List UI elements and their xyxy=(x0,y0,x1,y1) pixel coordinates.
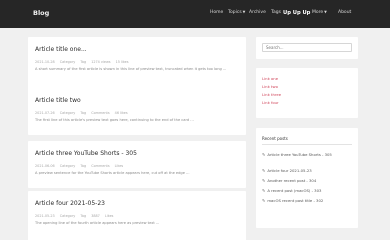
post-tag[interactable]: Tag xyxy=(80,214,86,218)
recent-post-item[interactable]: ✎ Another recent post - 304 xyxy=(262,178,354,184)
nav-item-topics[interactable]: Topics▼ xyxy=(228,10,245,15)
post-excerpt: A short summary of the first article is … xyxy=(35,67,227,71)
nav-item-archive[interactable]: Archive xyxy=(249,10,266,15)
post-likes: 46 likes xyxy=(114,111,128,115)
pencil-icon: ✎ xyxy=(262,198,266,203)
recent-post-item[interactable]: ✎ Article four 2021-05-23 xyxy=(262,168,354,174)
site-brand[interactable]: Blog xyxy=(33,9,49,17)
recent-posts-widget: Recent posts ✎ Article three YouTube Shor… xyxy=(256,128,358,228)
divider xyxy=(262,144,352,145)
post-views: 3887 xyxy=(91,214,100,218)
post-category[interactable]: Category xyxy=(60,214,76,218)
post-card: Article four 2021-05-23 2021-05-23 Categ… xyxy=(28,191,246,240)
post-excerpt: The opening line of the fourth article a… xyxy=(35,221,160,225)
sidebar-link[interactable]: Link four xyxy=(262,100,279,105)
post-date: 2021-05-23 xyxy=(35,214,55,218)
post-meta: 2021-06-06 Category Tag Comments Likes xyxy=(35,164,127,168)
post-date: 2021-06-06 xyxy=(35,164,55,168)
recent-posts-heading: Recent posts xyxy=(262,136,288,141)
post-meta: 2021-10-28 Category Tag 1274 views 15 li… xyxy=(35,60,133,64)
links-widget: Link one Link two Link three Link four xyxy=(256,68,358,118)
post-card: Article title two 2021-07-26 Category Ta… xyxy=(28,88,246,135)
post-date: 2021-07-26 xyxy=(35,111,55,115)
post-tag[interactable]: Tag xyxy=(80,164,86,168)
post-excerpt: A preview sentence for the YouTube Short… xyxy=(35,171,190,175)
pencil-icon: ✎ xyxy=(262,178,266,183)
post-card: Article title one... 2021-10-28 Category… xyxy=(28,37,246,93)
search-widget xyxy=(256,37,358,59)
post-date: 2021-10-28 xyxy=(35,60,55,64)
recent-post-item[interactable]: ✎ A recent post (macOS) - 303 xyxy=(262,188,354,194)
nav-item-tags[interactable]: Tags xyxy=(271,10,281,15)
sidebar-link[interactable]: Link two xyxy=(262,84,278,89)
pencil-icon: ✎ xyxy=(262,152,266,157)
chevron-down-icon: ▼ xyxy=(324,10,327,14)
post-card: Article three YouTube Shorts - 305 2021-… xyxy=(28,141,246,188)
post-views: 1274 views xyxy=(91,60,111,64)
pencil-icon: ✎ xyxy=(262,188,266,193)
post-meta: 2021-07-26 Category Tag Comments 46 like… xyxy=(35,111,132,115)
post-likes: Likes xyxy=(104,214,114,218)
post-likes: 15 likes xyxy=(115,60,129,64)
post-title[interactable]: Article title one... xyxy=(35,46,87,53)
nav-item-up-up-up[interactable]: Up Up Up xyxy=(283,10,310,16)
post-excerpt: The first line of this article's preview… xyxy=(35,118,194,122)
post-meta: 2021-05-23 Category Tag 3887 Likes xyxy=(35,214,117,218)
nav-item-more[interactable]: More▼ xyxy=(312,10,327,15)
top-navbar: Blog Home Topics▼ Archive Tags Up Up Up … xyxy=(0,0,390,28)
post-likes: Likes xyxy=(114,164,124,168)
recent-post-item[interactable]: ✎ Article three YouTube Shorts - 305 xyxy=(262,152,354,158)
post-comments: Comments xyxy=(91,164,110,168)
nav-item-about[interactable]: About xyxy=(338,10,351,15)
recent-post-item[interactable]: ✎ macOS recent post title - 302 xyxy=(262,198,354,204)
search-input[interactable] xyxy=(262,43,352,52)
post-tag[interactable]: Tag xyxy=(80,60,86,64)
post-title[interactable]: Article title two xyxy=(35,97,81,104)
sidebar-link[interactable]: Link three xyxy=(262,92,281,97)
nav-item-home[interactable]: Home xyxy=(210,10,223,15)
pencil-icon: ✎ xyxy=(262,168,266,173)
post-category[interactable]: Category xyxy=(60,111,76,115)
post-category[interactable]: Category xyxy=(60,60,76,64)
post-title[interactable]: Article four 2021-05-23 xyxy=(35,200,105,207)
chevron-down-icon: ▼ xyxy=(242,10,246,14)
post-title[interactable]: Article three YouTube Shorts - 305 xyxy=(35,150,137,157)
post-comments: Comments xyxy=(91,111,110,115)
post-category[interactable]: Category xyxy=(60,164,76,168)
sidebar-link[interactable]: Link one xyxy=(262,76,278,81)
post-tag[interactable]: Tag xyxy=(80,111,86,115)
